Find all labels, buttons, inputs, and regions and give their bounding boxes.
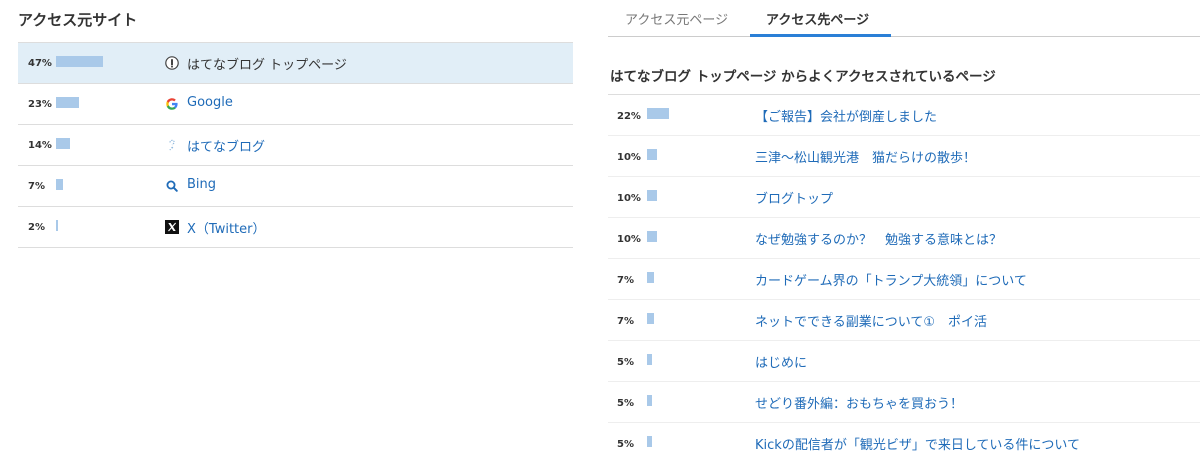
percent-bar xyxy=(647,395,652,406)
percent-bar xyxy=(647,231,657,242)
list-item[interactable]: 10% なぜ勉強するのか？ 勉強する意味とは？ xyxy=(608,218,1200,259)
list-item[interactable]: 14% はてなブログ xyxy=(18,125,573,166)
page-link[interactable]: 【ご報告】会社が倒産しました xyxy=(755,106,937,125)
percent-bar xyxy=(56,220,58,231)
percent-label: 22% xyxy=(617,111,641,122)
bing-search-icon xyxy=(165,179,179,193)
site-link[interactable]: X（Twitter） xyxy=(187,218,265,237)
section-heading: はてなブログ トップページ からよくアクセスされているページ xyxy=(610,69,996,85)
x-twitter-icon xyxy=(165,220,179,234)
percent-label: 5% xyxy=(617,357,634,368)
site-link[interactable]: Google xyxy=(187,95,233,110)
percent-label: 5% xyxy=(617,439,634,450)
percent-bar xyxy=(647,354,652,365)
percent-label: 10% xyxy=(617,193,641,204)
hatena-badge-icon xyxy=(165,56,179,70)
percent-label: 10% xyxy=(617,234,641,245)
percent-label: 23% xyxy=(28,99,52,110)
percent-label: 5% xyxy=(617,398,634,409)
list-item[interactable]: 5% はじめに xyxy=(608,341,1200,382)
percent-bar xyxy=(56,56,103,67)
percent-label: 47% xyxy=(28,58,52,69)
percent-bar xyxy=(647,436,652,447)
percent-bar xyxy=(56,138,70,149)
tab-access-source-pages[interactable]: アクセス元ページ xyxy=(625,9,728,28)
percent-label: 7% xyxy=(617,316,634,327)
percent-bar xyxy=(647,272,654,283)
list-item[interactable]: 23% Google xyxy=(18,84,573,125)
page-link[interactable]: ネットでできる副業について① ポイ活 xyxy=(755,311,987,330)
percent-bar xyxy=(647,313,654,324)
percent-bar xyxy=(56,97,79,108)
list-item[interactable]: 47% はてなブログ トップページ xyxy=(18,43,573,84)
site-link[interactable]: はてなブログ xyxy=(187,136,265,155)
list-item[interactable]: 10% 三津～松山観光港 猫だらけの散歩！ xyxy=(608,136,1200,177)
percent-bar xyxy=(56,179,63,190)
google-icon xyxy=(165,97,179,111)
site-link[interactable]: Bing xyxy=(187,177,216,192)
list-item[interactable]: 7% Bing xyxy=(18,166,573,207)
list-item[interactable]: 7% ネットでできる副業について① ポイ活 xyxy=(608,300,1200,341)
tab-access-destination-pages[interactable]: アクセス先ページ xyxy=(766,9,869,28)
percent-bar xyxy=(647,190,657,201)
percent-label: 2% xyxy=(28,222,45,233)
page-link[interactable]: ブログトップ xyxy=(755,188,833,207)
site-link[interactable]: はてなブログ トップページ xyxy=(187,54,347,73)
page-link[interactable]: せどり番外編：おもちゃを買おう！ xyxy=(755,393,963,412)
tab-bar: アクセス元ページ アクセス先ページ xyxy=(608,0,1200,37)
page-link[interactable]: カードゲーム界の「トランプ大統領」について xyxy=(755,270,1027,289)
percent-label: 10% xyxy=(617,152,641,163)
active-tab-indicator xyxy=(750,34,891,37)
list-item[interactable]: 22% 【ご報告】会社が倒産しました xyxy=(608,95,1200,136)
percent-bar xyxy=(647,149,657,160)
list-item[interactable]: 10% ブログトップ xyxy=(608,177,1200,218)
destination-pages-list: 22% 【ご報告】会社が倒産しました 10% 三津～松山観光港 猫だらけの散歩！ 1… xyxy=(608,94,1200,462)
percent-label: 14% xyxy=(28,140,52,151)
percent-bar xyxy=(647,108,669,119)
hatena-blog-icon xyxy=(165,138,179,152)
percent-label: 7% xyxy=(28,181,45,192)
list-item[interactable]: 2% X（Twitter） xyxy=(18,207,573,248)
page-link[interactable]: はじめに xyxy=(755,352,807,371)
page-link[interactable]: なぜ勉強するのか？ 勉強する意味とは？ xyxy=(755,229,1002,248)
source-sites-list: 47% はてなブログ トップページ 23% Google 14% はてなブログ … xyxy=(18,42,573,248)
page-link[interactable]: 三津～松山観光港 猫だらけの散歩！ xyxy=(755,147,976,166)
list-item[interactable]: 7% カードゲーム界の「トランプ大統領」について xyxy=(608,259,1200,300)
percent-label: 7% xyxy=(617,275,634,286)
list-item[interactable]: 5% Kickの配信者が「観光ビザ」で来日している件について xyxy=(608,423,1200,462)
panel-title: アクセス元サイト xyxy=(18,11,138,29)
page-link[interactable]: Kickの配信者が「観光ビザ」で来日している件について xyxy=(755,434,1080,453)
list-item[interactable]: 5% せどり番外編：おもちゃを買おう！ xyxy=(608,382,1200,423)
